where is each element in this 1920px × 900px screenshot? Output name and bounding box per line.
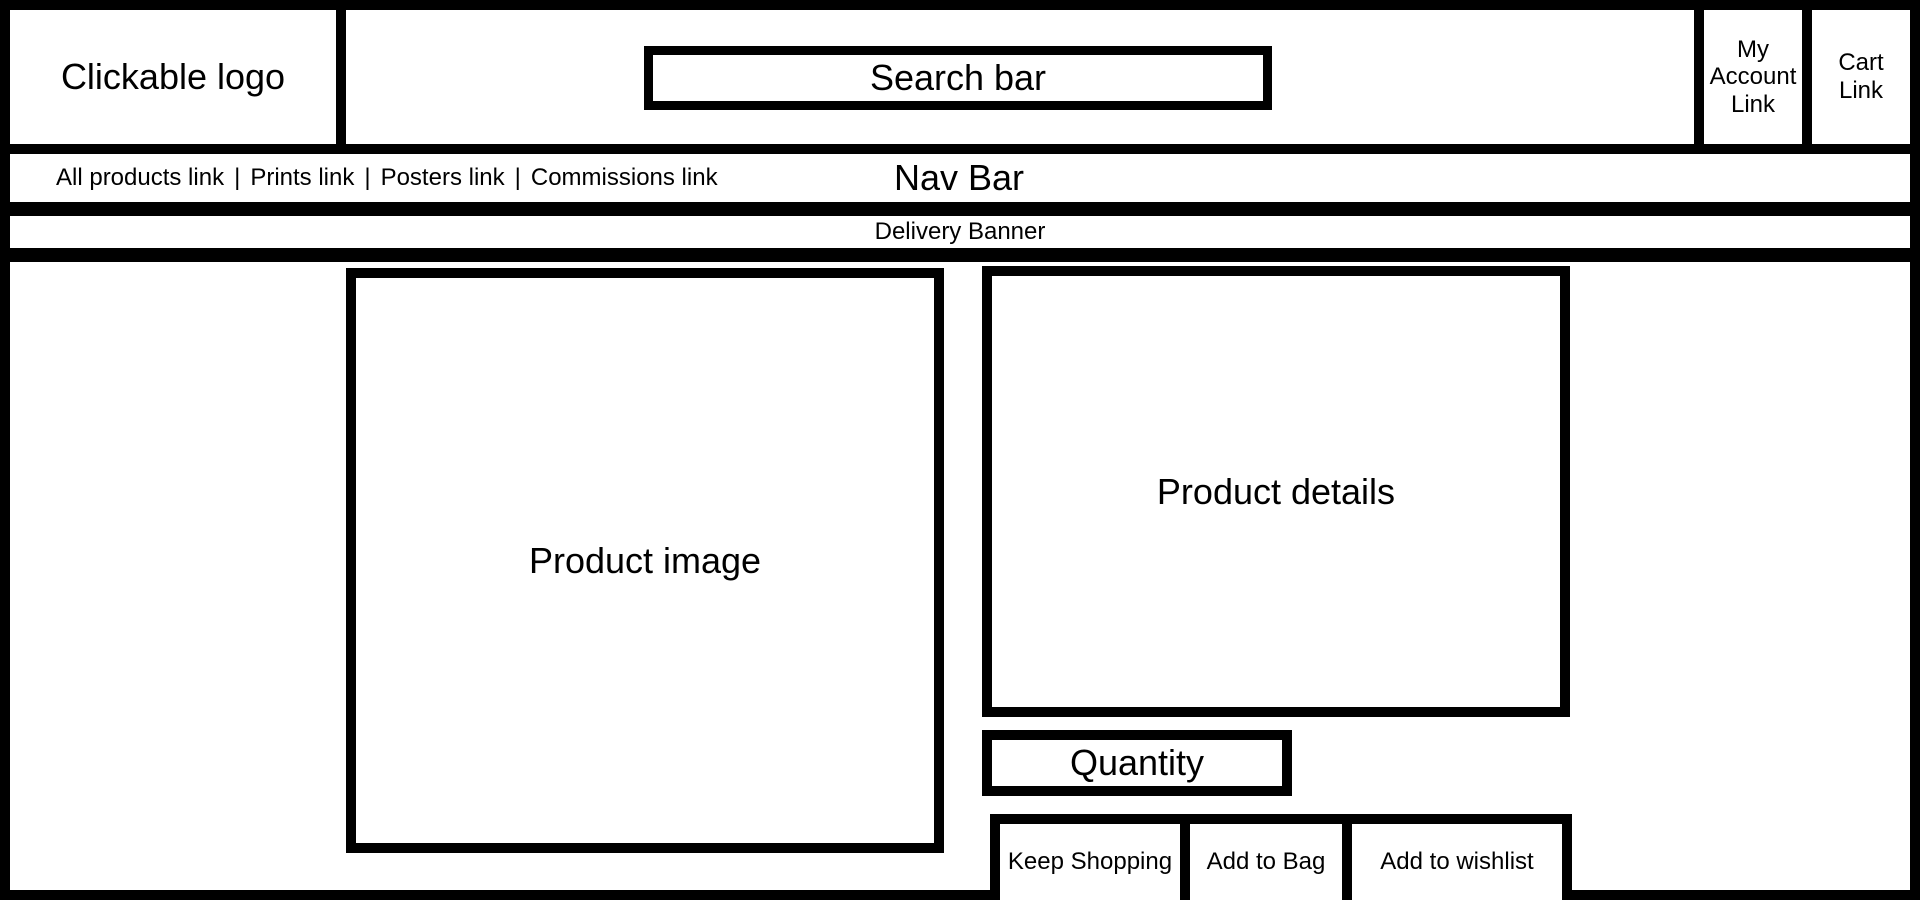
nav-separator: | xyxy=(364,164,371,191)
nav-links: All products link | Prints link | Poster… xyxy=(56,154,718,202)
my-account-link[interactable]: My Account Link xyxy=(1694,0,1812,154)
add-to-bag-button[interactable]: Add to Bag xyxy=(1190,824,1352,900)
keep-shopping-button[interactable]: Keep Shopping xyxy=(1000,824,1190,900)
logo-link[interactable]: Clickable logo xyxy=(0,0,346,154)
nav-separator: | xyxy=(514,164,521,191)
nav-bar-title: Nav Bar xyxy=(894,157,1025,198)
delivery-banner-label: Delivery Banner xyxy=(874,218,1046,246)
delivery-banner: Delivery Banner xyxy=(0,206,1920,258)
my-account-label: My Account Link xyxy=(1709,35,1797,118)
search-bar[interactable]: Search bar xyxy=(644,46,1272,110)
cart-link[interactable]: Cart Link xyxy=(1802,0,1920,154)
quantity-selector[interactable]: Quantity xyxy=(982,730,1292,796)
product-details-label: Product details xyxy=(1156,470,1396,512)
nav-separator: | xyxy=(234,164,241,191)
main-content xyxy=(0,252,1920,900)
product-action-buttons: Keep Shopping Add to Bag Add to wishlist xyxy=(990,814,1572,900)
nav-link-commissions[interactable]: Commissions link xyxy=(531,164,718,192)
product-image: Product image xyxy=(346,268,944,853)
logo-label: Clickable logo xyxy=(60,56,286,98)
nav-link-prints[interactable]: Prints link xyxy=(250,164,354,192)
cart-label: Cart Link xyxy=(1838,49,1884,104)
product-details: Product details xyxy=(982,266,1570,717)
nav-link-posters[interactable]: Posters link xyxy=(381,164,505,192)
nav-link-all-products[interactable]: All products link xyxy=(56,164,224,192)
product-image-label: Product image xyxy=(528,539,762,581)
quantity-label: Quantity xyxy=(1069,742,1205,784)
nav-bar: All products link | Prints link | Poster… xyxy=(0,144,1920,212)
search-bar-label: Search bar xyxy=(869,57,1047,99)
add-to-wishlist-button[interactable]: Add to wishlist xyxy=(1352,824,1562,900)
